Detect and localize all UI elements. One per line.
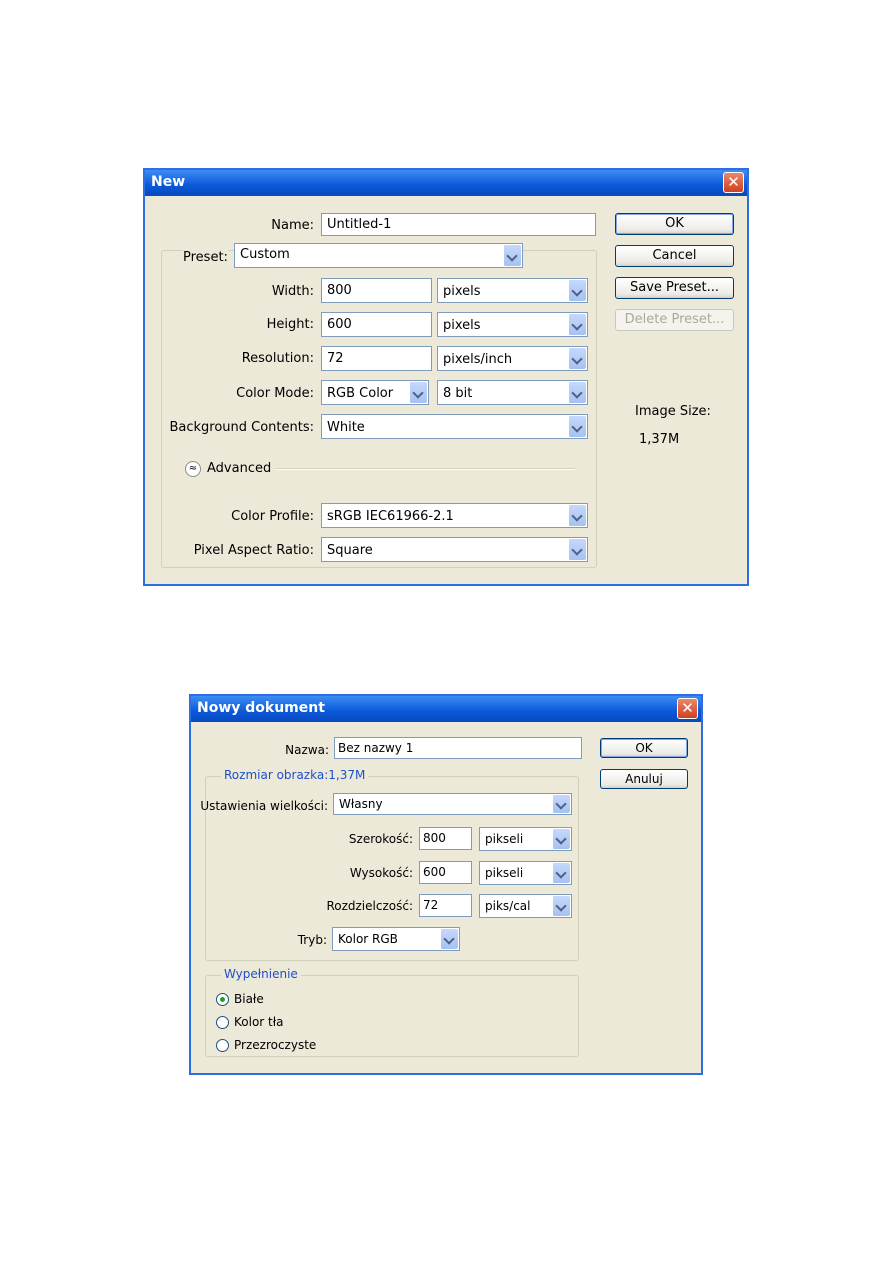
height-label: Wysokość: bbox=[349, 866, 413, 880]
preset-label: Preset: bbox=[183, 250, 228, 265]
close-icon[interactable]: ✕ bbox=[723, 172, 744, 193]
fill-radio-transparent[interactable] bbox=[216, 1039, 229, 1052]
chevron-down-icon[interactable] bbox=[568, 416, 586, 437]
image-size-value: 1,37M bbox=[639, 432, 680, 447]
chevron-down-icon[interactable] bbox=[568, 280, 586, 301]
mode-select[interactable]: Kolor RGB bbox=[332, 927, 460, 951]
chevron-down-icon[interactable] bbox=[568, 348, 586, 369]
color-mode-label: Color Mode: bbox=[236, 386, 314, 401]
bit-depth-select[interactable]: 8 bit bbox=[437, 380, 588, 405]
height-input[interactable]: 600 bbox=[419, 861, 472, 884]
chevron-down-icon[interactable] bbox=[568, 314, 586, 335]
double-chevron-up-icon[interactable]: ≈ bbox=[185, 461, 201, 477]
fill-label-white[interactable]: Białe bbox=[234, 992, 264, 1006]
chevron-down-icon[interactable] bbox=[409, 382, 427, 403]
chevron-down-icon[interactable] bbox=[440, 929, 458, 949]
height-unit-select[interactable]: pixels bbox=[437, 312, 588, 337]
cancel-button[interactable]: Anuluj bbox=[600, 769, 688, 789]
width-unit-select[interactable]: pikseli bbox=[479, 827, 572, 851]
height-label: Height: bbox=[266, 317, 314, 332]
chevron-down-icon[interactable] bbox=[552, 896, 570, 916]
color-profile-label: Color Profile: bbox=[231, 509, 314, 524]
width-unit-select[interactable]: pixels bbox=[437, 278, 588, 303]
title-bar[interactable]: New ✕ bbox=[145, 170, 747, 196]
name-input[interactable]: Untitled-1 bbox=[321, 213, 596, 236]
dialog-title: New bbox=[151, 174, 186, 190]
resolution-label: Resolution: bbox=[241, 351, 314, 366]
background-select[interactable]: White bbox=[321, 414, 588, 439]
fill-group-title: Wypełnienie bbox=[221, 967, 301, 981]
resolution-unit-select[interactable]: piks/cal bbox=[479, 894, 572, 918]
chevron-down-icon[interactable] bbox=[552, 863, 570, 883]
width-input[interactable]: 800 bbox=[321, 278, 432, 303]
background-label: Background Contents: bbox=[169, 420, 314, 435]
chevron-down-icon[interactable] bbox=[503, 245, 521, 266]
new-dialog: New ✕ Name: Untitled-1 Preset: Custom Wi… bbox=[143, 168, 749, 586]
width-input[interactable]: 800 bbox=[419, 827, 472, 850]
color-profile-select[interactable]: sRGB IEC61966-2.1 bbox=[321, 503, 588, 528]
image-size-group-title: Rozmiar obrazka:1,37M bbox=[221, 768, 369, 782]
chevron-down-icon[interactable] bbox=[552, 795, 570, 813]
title-bar[interactable]: Nowy dokument ✕ bbox=[191, 696, 701, 722]
pixel-aspect-label: Pixel Aspect Ratio: bbox=[193, 543, 314, 558]
resolution-label: Rozdzielczość: bbox=[326, 899, 413, 913]
preset-label: Ustawienia wielkości: bbox=[200, 799, 328, 813]
height-unit-select[interactable]: pikseli bbox=[479, 861, 572, 885]
chevron-down-icon[interactable] bbox=[568, 539, 586, 560]
name-input[interactable]: Bez nazwy 1 bbox=[334, 737, 582, 759]
resolution-input[interactable]: 72 bbox=[419, 894, 472, 917]
resolution-unit-select[interactable]: pixels/inch bbox=[437, 346, 588, 371]
pixel-aspect-select[interactable]: Square bbox=[321, 537, 588, 562]
cancel-button[interactable]: Cancel bbox=[615, 245, 734, 267]
name-label: Nazwa: bbox=[285, 743, 329, 757]
fill-radio-background[interactable] bbox=[216, 1016, 229, 1029]
new-document-dialog-pl: Nowy dokument ✕ Nazwa: Bez nazwy 1 OK An… bbox=[189, 694, 703, 1075]
resolution-input[interactable]: 72 bbox=[321, 346, 432, 371]
fill-label-transparent[interactable]: Przezroczyste bbox=[234, 1038, 316, 1052]
fill-label-background[interactable]: Kolor tła bbox=[234, 1015, 284, 1029]
name-label: Name: bbox=[271, 218, 314, 233]
height-input[interactable]: 600 bbox=[321, 312, 432, 337]
advanced-label[interactable]: Advanced bbox=[207, 461, 271, 476]
width-label: Width: bbox=[271, 284, 314, 299]
ok-button[interactable]: OK bbox=[600, 738, 688, 758]
chevron-down-icon[interactable] bbox=[568, 382, 586, 403]
chevron-down-icon[interactable] bbox=[568, 505, 586, 526]
advanced-divider bbox=[277, 468, 575, 470]
chevron-down-icon[interactable] bbox=[552, 829, 570, 849]
mode-label: Tryb: bbox=[297, 933, 327, 947]
delete-preset-button: Delete Preset... bbox=[615, 309, 734, 331]
color-mode-select[interactable]: RGB Color bbox=[321, 380, 429, 405]
preset-select[interactable]: Własny bbox=[333, 793, 572, 815]
close-icon[interactable]: ✕ bbox=[677, 698, 698, 719]
preset-select[interactable]: Custom bbox=[234, 243, 523, 268]
image-size-label: Image Size: bbox=[635, 404, 711, 419]
save-preset-button[interactable]: Save Preset... bbox=[615, 277, 734, 299]
width-label: Szerokość: bbox=[348, 832, 413, 846]
ok-button[interactable]: OK bbox=[615, 213, 734, 235]
fill-radio-white[interactable] bbox=[216, 993, 229, 1006]
dialog-title: Nowy dokument bbox=[197, 700, 325, 716]
